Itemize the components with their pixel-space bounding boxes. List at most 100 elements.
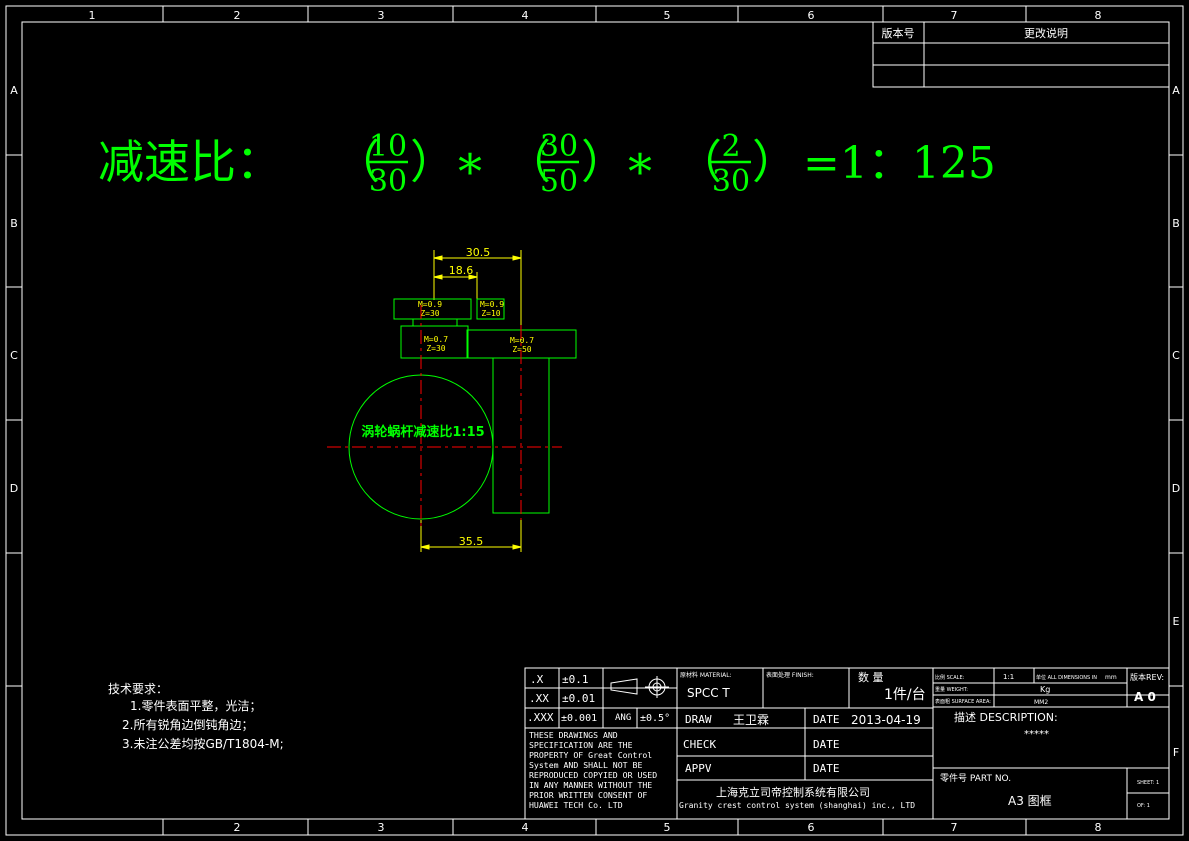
- gear-a-hub: [412, 318, 458, 327]
- projection-symbol-icon: [610, 676, 669, 698]
- draw-label: DRAW: [685, 713, 712, 726]
- col-label-top: 8: [1095, 9, 1102, 22]
- row-label-right: C: [1172, 349, 1180, 362]
- reduction-formula: 减速比： （ 10 30 ） * （ 30 50 ） * （ 2 30 ） =1…: [98, 129, 996, 200]
- material-label: 原材料 MATERIAL:: [680, 671, 732, 679]
- worm-ratio-label: 涡轮蜗杆减速比1:15: [361, 424, 484, 440]
- col-label-bottom: 7: [951, 821, 958, 834]
- col-label-top: 1: [89, 9, 96, 22]
- tol-xxx-label: .XXX: [527, 711, 554, 724]
- fraction-3-denominator: 30: [712, 164, 750, 199]
- disclaimer-line: PRIOR WRITTEN CONSENT OF: [529, 790, 647, 800]
- finish-label: 表面处理 FINISH:: [766, 671, 814, 679]
- col-label-top: 2: [234, 9, 241, 22]
- appv-label: APPV: [685, 762, 712, 775]
- row-label-right: D: [1172, 482, 1180, 495]
- gear-c-teeth: Z=30: [426, 344, 445, 353]
- ang-label: ANG: [615, 713, 631, 723]
- row-label-right: B: [1172, 217, 1180, 230]
- col-label-bottom: 4: [522, 821, 529, 834]
- draw-date-label: DATE: [813, 713, 840, 726]
- material-value: SPCC T: [687, 686, 730, 700]
- fraction-3-numerator: 2: [721, 129, 740, 164]
- dimension-extensions: [420, 250, 522, 552]
- check-label: CHECK: [683, 738, 716, 751]
- draw-value: 王卫霖: [733, 713, 769, 727]
- col-label-top: 5: [664, 9, 671, 22]
- row-ticks: [6, 154, 1183, 687]
- scale-value: 1:1: [1003, 673, 1014, 681]
- formula-close-paren: ）: [581, 135, 627, 189]
- disclaimer-line: IN ANY MANNER WITHOUT THE: [529, 780, 652, 790]
- formula-times: *: [628, 144, 652, 200]
- row-label-left: B: [10, 217, 18, 230]
- company-name-cn: 上海克立司帝控制系统有限公司: [716, 785, 870, 799]
- weight-value: Kg: [1040, 685, 1050, 694]
- col-label-top: 4: [522, 9, 529, 22]
- disclaimer-line: SPECIFICATION ARE THE: [529, 740, 633, 750]
- tol-x-label: .X: [530, 673, 544, 686]
- tol-xx-value: ±0.01: [562, 692, 595, 705]
- gear-c-module: M=0.7: [424, 335, 448, 344]
- row-label-right: E: [1173, 615, 1180, 628]
- gear-a-module: M=0.9: [418, 300, 442, 309]
- description-label: 描述 DESCRIPTION:: [954, 710, 1058, 724]
- disclaimer-line: System AND SHALL NOT BE: [529, 760, 642, 770]
- column-ticks: [162, 6, 1027, 835]
- notes-title: 技术要求：: [108, 682, 168, 696]
- sheet-total: OF: 1: [1137, 803, 1150, 809]
- note-item: 2.所有锐角边倒钝角边；: [122, 718, 253, 732]
- disclaimer-line: HUAWEI TECH Co. LTD: [529, 800, 623, 810]
- tol-x-value: ±0.1: [562, 673, 589, 686]
- dimension-35-5: 35.5: [459, 535, 484, 548]
- gear-b-module: M=0.9: [480, 300, 504, 309]
- draw-date-value: 2013-04-19: [851, 713, 921, 727]
- revision-change-header: 更改说明: [1024, 26, 1068, 40]
- part-no-value: A3 图框: [1008, 794, 1052, 808]
- quantity-value: 1件/台: [884, 687, 926, 703]
- gear-d-module: M=0.7: [510, 336, 534, 345]
- disclaimer-line: REPRODUCED COPYIED OR USED: [529, 770, 657, 780]
- revision-label: 版本REV:: [1130, 672, 1164, 682]
- gear-b-teeth: Z=10: [481, 309, 500, 318]
- company-name-en: Granity crest control system (shanghai) …: [679, 801, 915, 810]
- technical-notes: 技术要求： 1.零件表面平整，光洁； 2.所有锐角边倒钝角边； 3.未注公差均按…: [108, 682, 284, 751]
- note-item: 3.未注公差均按GB/T1804-M;: [122, 736, 284, 751]
- appv-date-label: DATE: [813, 762, 840, 775]
- col-label-bottom: 2: [234, 821, 241, 834]
- row-label-right: A: [1172, 84, 1180, 97]
- gear-train-drawing: 30.5 18.6 35.5 M=0.9 Z=30 M=0.9 Z=10 M=0…: [327, 246, 577, 552]
- col-label-bottom: 6: [808, 821, 815, 834]
- weight-label: 重量 WEIGHT:: [935, 686, 968, 693]
- fraction-1-numerator: 10: [369, 129, 407, 164]
- disclaimer-text: THESE DRAWINGS AND SPECIFICATION ARE THE…: [529, 730, 657, 810]
- row-label-left: C: [10, 349, 18, 362]
- quantity-label: 数 量: [858, 671, 884, 684]
- tol-xx-label: .XX: [529, 692, 549, 705]
- col-label-bottom: 3: [378, 821, 385, 834]
- col-label-top: 6: [808, 9, 815, 22]
- note-item: 1.零件表面平整，光洁；: [130, 698, 261, 713]
- revision-table: 版本号 更改说明: [872, 21, 1170, 88]
- gear-a-teeth: Z=30: [420, 309, 439, 318]
- formula-result: =1：125: [803, 138, 996, 189]
- disclaimer-line: PROPERTY OF Great Control: [529, 750, 652, 760]
- cad-drawing-canvas: 1 2 3 4 5 6 7 8 2 3 4 5 6 7 8 A B C D A …: [5, 5, 1184, 836]
- check-date-label: DATE: [813, 738, 840, 751]
- surface-area-label: 表面粗 SURFACE AREA:: [935, 698, 991, 705]
- formula-label: 减速比：: [98, 135, 282, 189]
- formula-times: *: [458, 144, 482, 200]
- fraction-1-denominator: 30: [369, 164, 407, 199]
- tol-xxx-value: ±0.001: [561, 713, 597, 724]
- col-label-bottom: 5: [664, 821, 671, 834]
- fraction-2-denominator: 50: [540, 164, 578, 199]
- row-label-right: F: [1173, 746, 1179, 759]
- disclaimer-line: THESE DRAWINGS AND: [529, 730, 618, 740]
- formula-close-paren: ）: [410, 135, 456, 189]
- revision-version-header: 版本号: [882, 26, 915, 40]
- revision-value: A 0: [1134, 690, 1156, 704]
- col-label-top: 7: [951, 9, 958, 22]
- scale-label: 比例 SCALE:: [935, 674, 965, 681]
- description-value: *****: [1024, 729, 1049, 740]
- part-no-label: 零件号 PART NO.: [940, 772, 1011, 784]
